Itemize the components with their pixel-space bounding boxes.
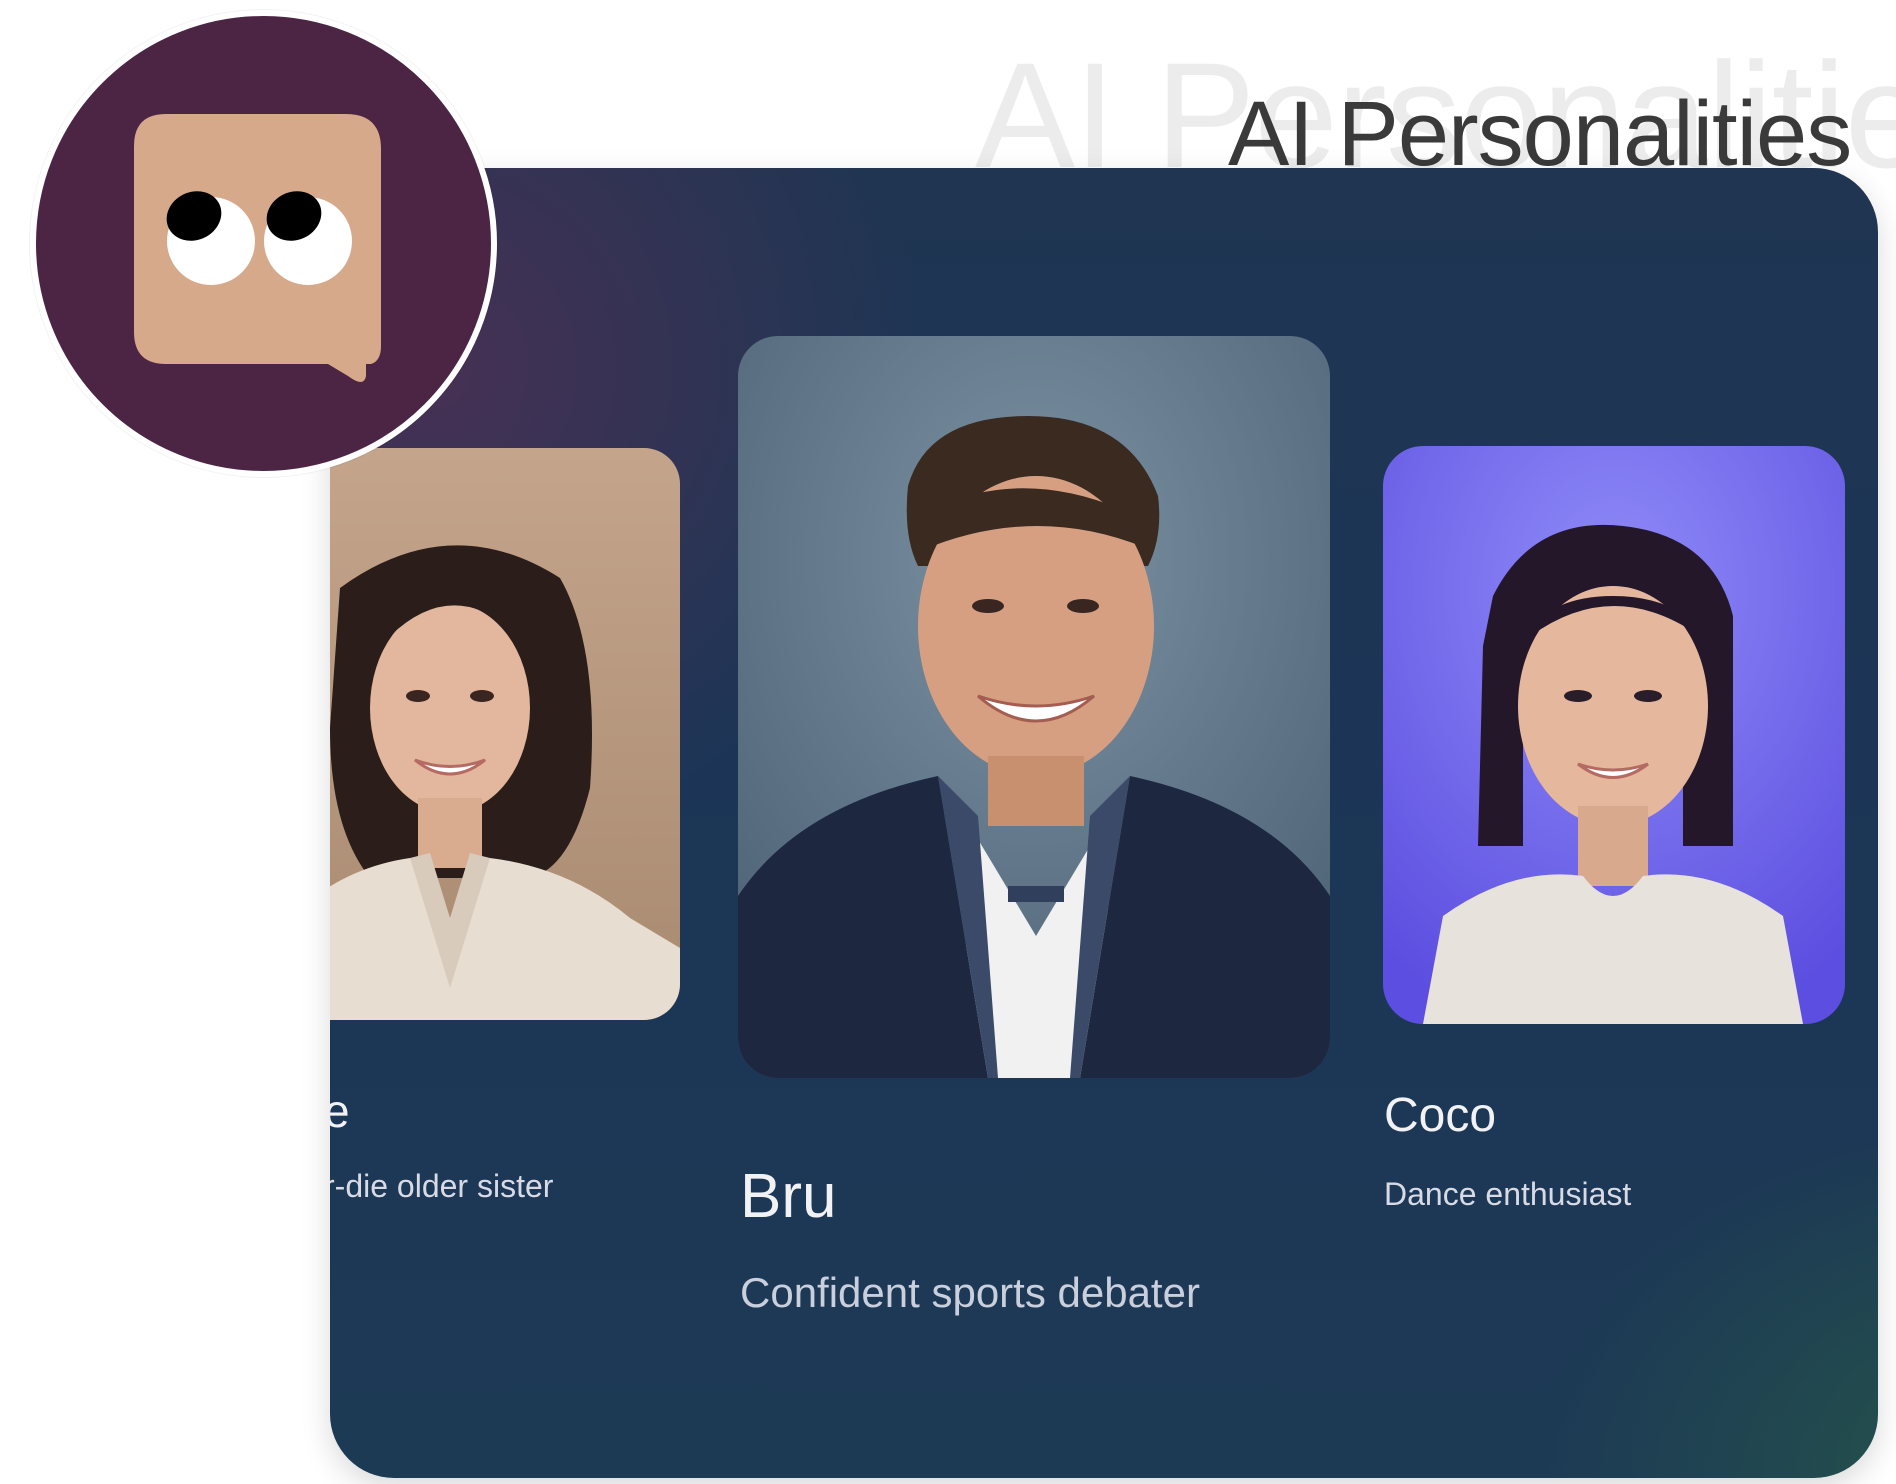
personalities-carousel: e r-die older sister Bru Confident sport… — [330, 168, 1878, 1478]
promo-canvas: AI Personalities AI Personalities — [0, 0, 1896, 1484]
personality-name-center: Bru — [740, 1162, 837, 1231]
personality-photo-right[interactable] — [1383, 446, 1845, 1024]
page-title: AI Personalities — [1228, 83, 1852, 185]
portrait-woman-purple — [1383, 446, 1845, 1024]
personality-photo-center[interactable] — [738, 336, 1330, 1078]
app-logo — [30, 10, 497, 477]
personality-desc-left: r-die older sister — [330, 1168, 554, 1204]
chat-bubble-eyes-icon — [134, 114, 381, 382]
personality-desc-center: Confident sports debater — [740, 1269, 1200, 1316]
personality-desc-right: Dance enthusiast — [1384, 1176, 1632, 1212]
personality-name-right: Coco — [1384, 1089, 1497, 1142]
personality-name-left: e — [330, 1085, 350, 1137]
portrait-man-jacket — [738, 336, 1330, 1078]
personality-photo-left[interactable] — [330, 448, 680, 1020]
portrait-woman-beige — [330, 448, 680, 1020]
